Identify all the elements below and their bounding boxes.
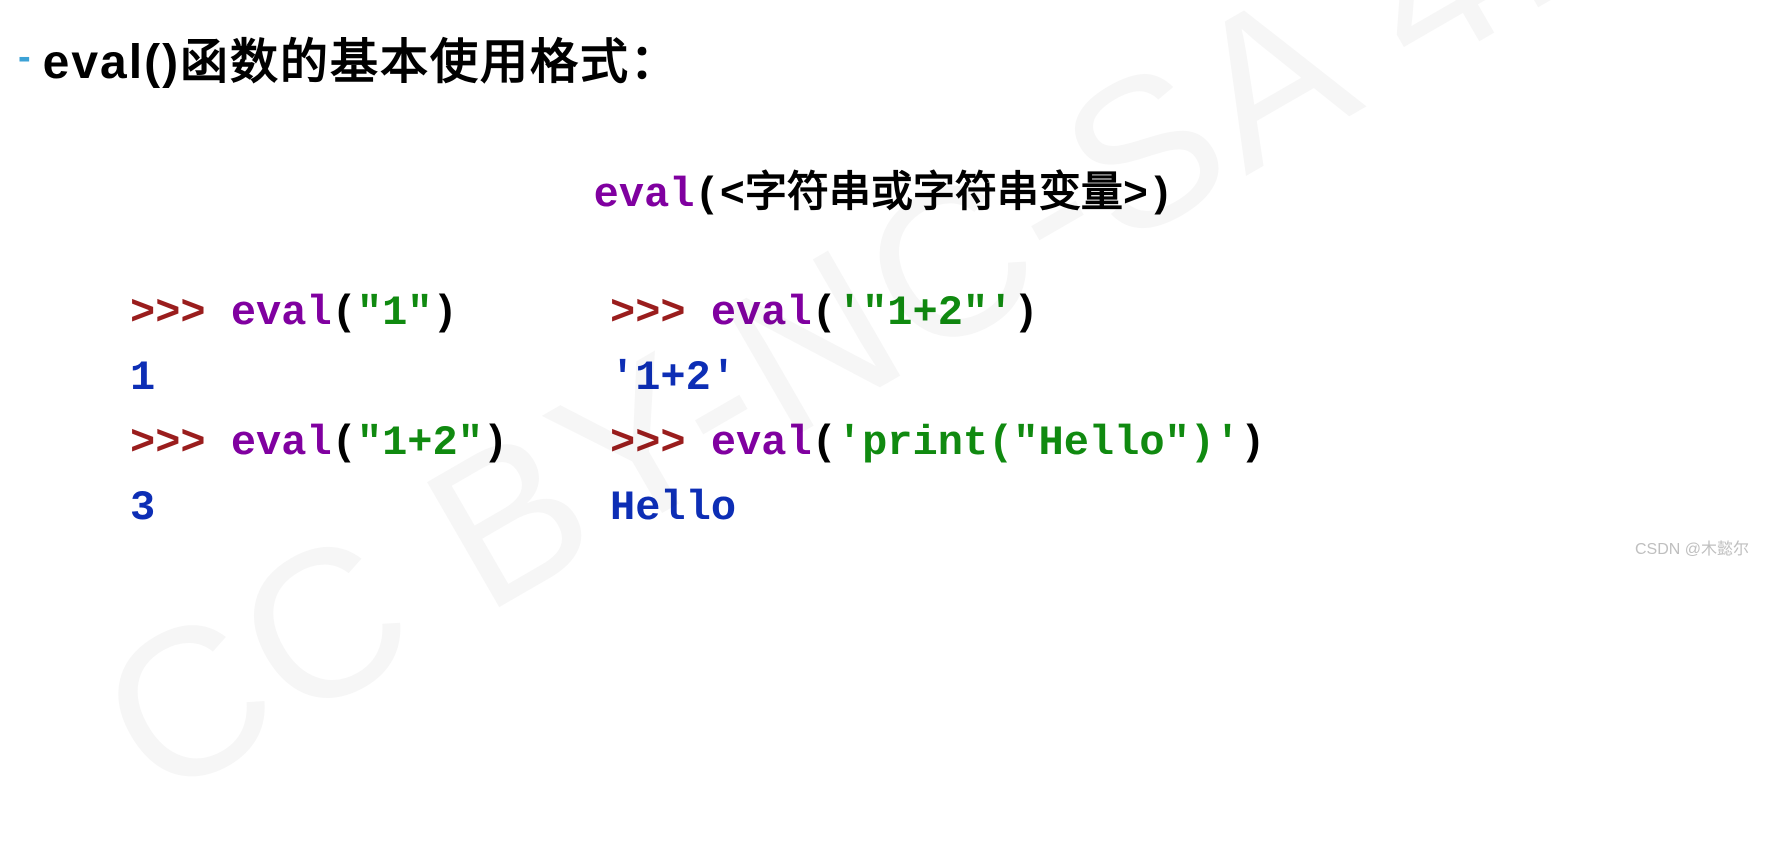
code-paren: )	[1013, 289, 1038, 337]
code-paren: )	[483, 419, 508, 467]
code-paren: )	[1240, 419, 1265, 467]
code-paren: )	[433, 289, 458, 337]
syntax-open: (	[694, 171, 719, 219]
repl-prompt: >>>	[130, 289, 231, 337]
repl-prompt: >>>	[610, 289, 711, 337]
code-column-left: >>> eval("1") 1 >>> eval("1+2") 3	[130, 281, 600, 541]
output-value: 3	[130, 484, 155, 532]
output-value: Hello	[610, 484, 736, 532]
code-paren: (	[332, 419, 357, 467]
code-output: Hello	[610, 476, 1265, 541]
syntax-fn: eval	[594, 171, 695, 219]
code-fn: eval	[711, 289, 812, 337]
heading-row: - eval()函数的基本使用格式：	[0, 0, 1767, 92]
syntax-close: )	[1148, 171, 1173, 219]
code-output: 1	[130, 346, 600, 411]
code-string: "1"	[357, 289, 433, 337]
code-paren: (	[812, 419, 837, 467]
output-value: 1	[130, 354, 155, 402]
syntax-line: eval(<字符串或字符串变量>)	[0, 158, 1767, 219]
code-string: 'print("Hello")'	[837, 419, 1240, 467]
code-fn: eval	[231, 289, 332, 337]
syntax-arg: <字符串或字符串变量>	[720, 171, 1148, 219]
output-value: '1+2'	[610, 354, 736, 402]
code-string: "1+2"	[357, 419, 483, 467]
code-paren: (	[332, 289, 357, 337]
code-output: '1+2'	[610, 346, 1265, 411]
code-fn: eval	[711, 419, 812, 467]
code-column-right: >>> eval('"1+2"') '1+2' >>> eval('print(…	[610, 281, 1265, 541]
repl-prompt: >>>	[130, 419, 231, 467]
attribution-text: CSDN @木懿尔	[1635, 535, 1749, 559]
heading-text: eval()函数的基本使用格式：	[43, 22, 680, 92]
code-string: '"1+2"'	[837, 289, 1013, 337]
code-line: >>> eval('"1+2"')	[610, 281, 1265, 346]
code-output: 3	[130, 476, 600, 541]
code-line: >>> eval("1+2")	[130, 411, 600, 476]
code-line: >>> eval("1")	[130, 281, 600, 346]
bullet-icon: -	[18, 36, 31, 79]
code-fn: eval	[231, 419, 332, 467]
repl-prompt: >>>	[610, 419, 711, 467]
code-columns: >>> eval("1") 1 >>> eval("1+2") 3 >>> ev…	[0, 281, 1767, 541]
code-line: >>> eval('print("Hello")')	[610, 411, 1265, 476]
code-paren: (	[812, 289, 837, 337]
